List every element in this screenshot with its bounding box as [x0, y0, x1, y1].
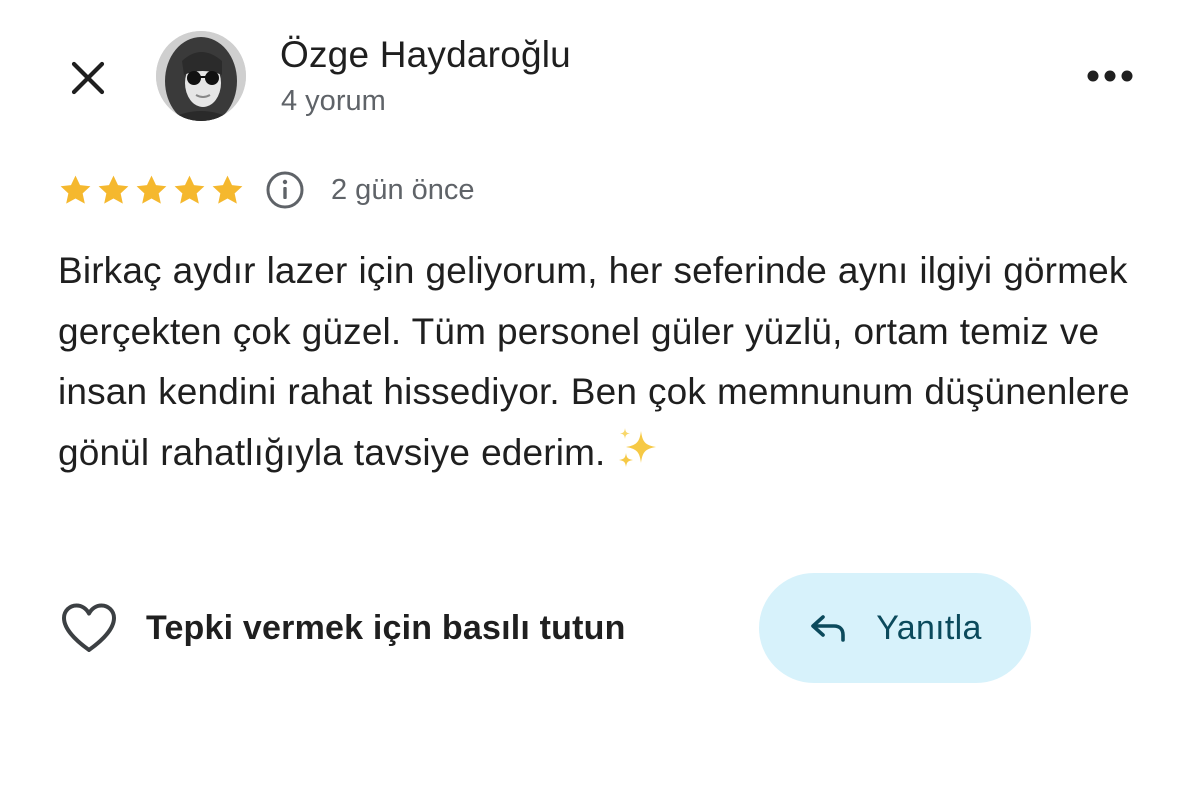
review-text: Birkaç aydır lazer için geliyorum, her s… [58, 241, 1138, 483]
author-name[interactable]: Özge Haydaroğlu [280, 32, 571, 78]
star-icon [174, 175, 205, 204]
review-body: Birkaç aydır lazer için geliyorum, her s… [58, 250, 1130, 473]
star-icon [136, 175, 167, 204]
rating-row: 2 gün önce [58, 166, 475, 214]
reply-label: Yanıtla [876, 608, 982, 647]
close-button[interactable] [62, 52, 114, 104]
review-date: 2 gün önce [331, 173, 475, 206]
review-count[interactable]: 4 yorum [281, 82, 386, 120]
heart-outline-icon [58, 600, 120, 656]
more-horiz-icon [1087, 70, 1133, 82]
star-rating [58, 173, 245, 208]
react-label: Tepki vermek için basılı tutun [146, 608, 626, 647]
sparkles-icon [618, 427, 656, 467]
star-icon [98, 175, 129, 204]
more-options-button[interactable] [1080, 56, 1140, 96]
reply-button[interactable]: Yanıtla [759, 573, 1031, 683]
star-icon [60, 175, 91, 204]
avatar[interactable] [156, 31, 246, 121]
react-button[interactable]: Tepki vermek için basılı tutun [58, 598, 626, 658]
review-detail-page: Özge Haydaroğlu 4 yorum 2 gün önce Birka… [0, 0, 1200, 787]
reply-arrow-icon [808, 608, 848, 648]
info-icon [266, 171, 304, 209]
close-icon [71, 61, 105, 95]
star-icon [212, 175, 243, 204]
info-button[interactable] [263, 168, 307, 212]
